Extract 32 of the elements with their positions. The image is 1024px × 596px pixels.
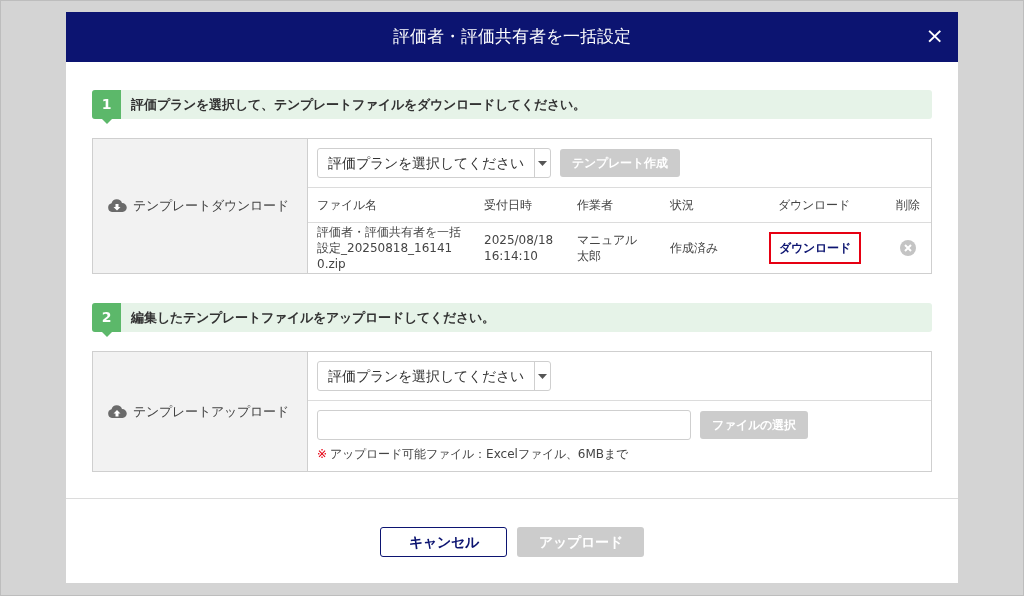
column-header: 状況 (669, 197, 695, 214)
column-header: 削除 (894, 197, 921, 214)
row-label: テンプレートアップロード (133, 402, 289, 421)
caret-icon (538, 160, 547, 166)
banner-pointer (102, 119, 112, 124)
banner-pointer (102, 332, 112, 337)
plan-select[interactable]: 評価プランを選択してください (317, 148, 551, 178)
cloud-download-icon (107, 199, 127, 213)
column-header: ダウンロード (777, 197, 851, 214)
plan-select[interactable]: 評価プランを選択してください (317, 361, 551, 391)
table-cell-text: マニュアル太郎 (576, 232, 638, 264)
caret-icon (538, 373, 547, 379)
column-header: 受付日時 (483, 197, 533, 214)
table-cell-text: 作成済み (669, 240, 719, 257)
dialog-title: 評価者・評価共有者を一括設定 (393, 25, 631, 49)
step-number: 1 (92, 90, 121, 119)
table-cell-text: 2025/08/18 16:14:10 (483, 232, 555, 264)
download-link[interactable]: ダウンロード (769, 232, 861, 264)
note-mark: ※ (317, 446, 328, 463)
table-cell-text: 評価者・評価共有者を一括設定_20250818_161410.zip (316, 224, 462, 272)
delete-icon[interactable] (899, 240, 916, 256)
cancel-button[interactable]: キャンセル (380, 527, 507, 557)
column-header: ファイル名 (316, 197, 378, 214)
file-input-field[interactable] (317, 410, 691, 440)
section-heading: 編集したテンプレートファイルをアップロードしてください。 (131, 308, 495, 327)
close-button[interactable]: × (925, 24, 944, 48)
upload-note: アップロード可能ファイル：Excelファイル、6MBまで (330, 446, 629, 463)
section-heading: 評価プランを選択して、テンプレートファイルをダウンロードしてください。 (131, 95, 586, 114)
column-header: 作業者 (576, 197, 614, 214)
row-label: テンプレートダウンロード (133, 197, 289, 216)
cloud-upload-icon (107, 404, 127, 419)
step-number: 2 (92, 303, 121, 332)
